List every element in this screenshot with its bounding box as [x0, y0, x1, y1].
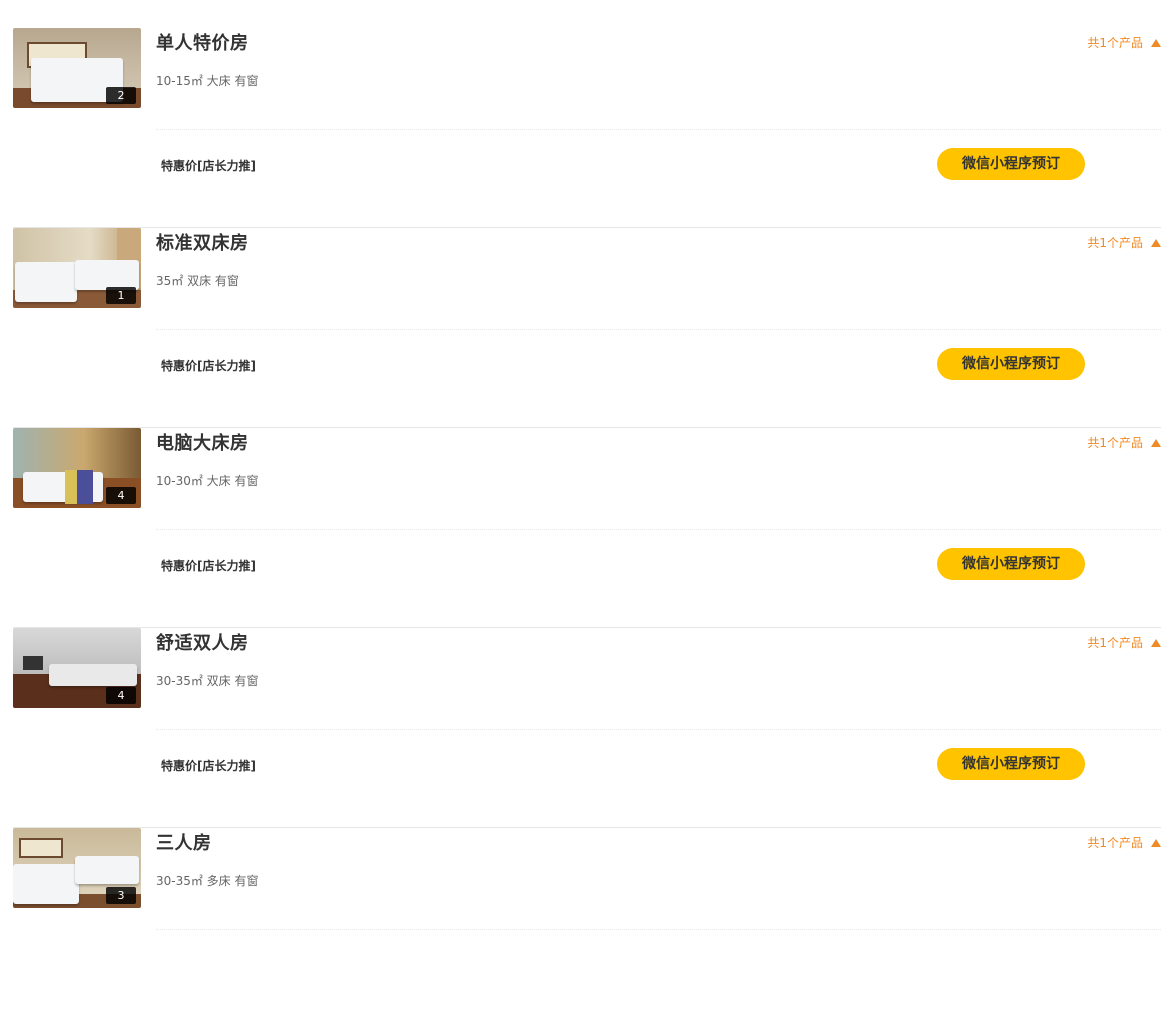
product-count-toggle[interactable]: 共1个产品 — [1087, 834, 1161, 851]
divider — [156, 529, 1161, 530]
room-name: 三人房 — [156, 833, 212, 854]
book-button[interactable]: 微信小程序预订 — [937, 548, 1085, 580]
product-name: 特惠价[店长力推] — [161, 359, 256, 373]
photo-count-badge: 2 — [106, 87, 136, 104]
room-name: 标准双床房 — [156, 233, 249, 254]
room-photo[interactable]: 4 — [13, 628, 141, 708]
photo-count-badge: 3 — [106, 887, 136, 904]
product-name: 特惠价[店长力推] — [161, 759, 256, 773]
room-spec: 30-35㎡ 双床 有窗 — [156, 674, 259, 688]
room-card: 4 电脑大床房 10-30㎡ 大床 有窗 共1个产品 特惠价[店长力推] 微信小… — [13, 428, 1161, 628]
divider — [156, 929, 1161, 930]
photo-count-badge: 4 — [106, 487, 136, 504]
room-spec: 35㎡ 双床 有窗 — [156, 274, 239, 288]
room-name: 单人特价房 — [156, 33, 249, 54]
divider — [156, 129, 1161, 130]
product-count-toggle[interactable]: 共1个产品 — [1087, 234, 1161, 251]
product-name: 特惠价[店长力推] — [161, 159, 256, 173]
room-spec: 30-35㎡ 多床 有窗 — [156, 874, 259, 888]
room-spec: 10-30㎡ 大床 有窗 — [156, 474, 259, 488]
divider — [156, 329, 1161, 330]
product-name: 特惠价[店长力推] — [161, 559, 256, 573]
room-card: 2 单人特价房 10-15㎡ 大床 有窗 共1个产品 特惠价[店长力推] 微信小… — [13, 28, 1161, 228]
room-name: 电脑大床房 — [156, 433, 249, 454]
product-count-label: 共1个产品 — [1087, 36, 1143, 50]
photo-count-badge: 1 — [106, 287, 136, 304]
room-photo[interactable]: 4 — [13, 428, 141, 508]
room-photo[interactable]: 1 — [13, 228, 141, 308]
product-count-label: 共1个产品 — [1087, 436, 1143, 450]
room-card: 4 舒适双人房 30-35㎡ 双床 有窗 共1个产品 特惠价[店长力推] 微信小… — [13, 628, 1161, 828]
product-count-toggle[interactable]: 共1个产品 — [1087, 634, 1161, 651]
room-photo[interactable]: 3 — [13, 828, 141, 908]
product-count-label: 共1个产品 — [1087, 636, 1143, 650]
triangle-up-icon — [1151, 38, 1161, 47]
triangle-up-icon — [1151, 238, 1161, 247]
room-name: 舒适双人房 — [156, 633, 249, 654]
photo-count-badge: 4 — [106, 687, 136, 704]
triangle-up-icon — [1151, 438, 1161, 447]
room-card: 1 标准双床房 35㎡ 双床 有窗 共1个产品 特惠价[店长力推] 微信小程序预… — [13, 228, 1161, 428]
product-count-toggle[interactable]: 共1个产品 — [1087, 34, 1161, 51]
room-list: 2 单人特价房 10-15㎡ 大床 有窗 共1个产品 特惠价[店长力推] 微信小… — [13, 28, 1161, 1028]
product-count-label: 共1个产品 — [1087, 836, 1143, 850]
room-card: 3 三人房 30-35㎡ 多床 有窗 共1个产品 — [13, 828, 1161, 1028]
book-button[interactable]: 微信小程序预订 — [937, 148, 1085, 180]
book-button[interactable]: 微信小程序预订 — [937, 348, 1085, 380]
product-count-toggle[interactable]: 共1个产品 — [1087, 434, 1161, 451]
divider — [156, 729, 1161, 730]
room-spec: 10-15㎡ 大床 有窗 — [156, 74, 259, 88]
book-button[interactable]: 微信小程序预订 — [937, 748, 1085, 780]
triangle-up-icon — [1151, 838, 1161, 847]
room-photo[interactable]: 2 — [13, 28, 141, 108]
triangle-up-icon — [1151, 638, 1161, 647]
product-count-label: 共1个产品 — [1087, 236, 1143, 250]
